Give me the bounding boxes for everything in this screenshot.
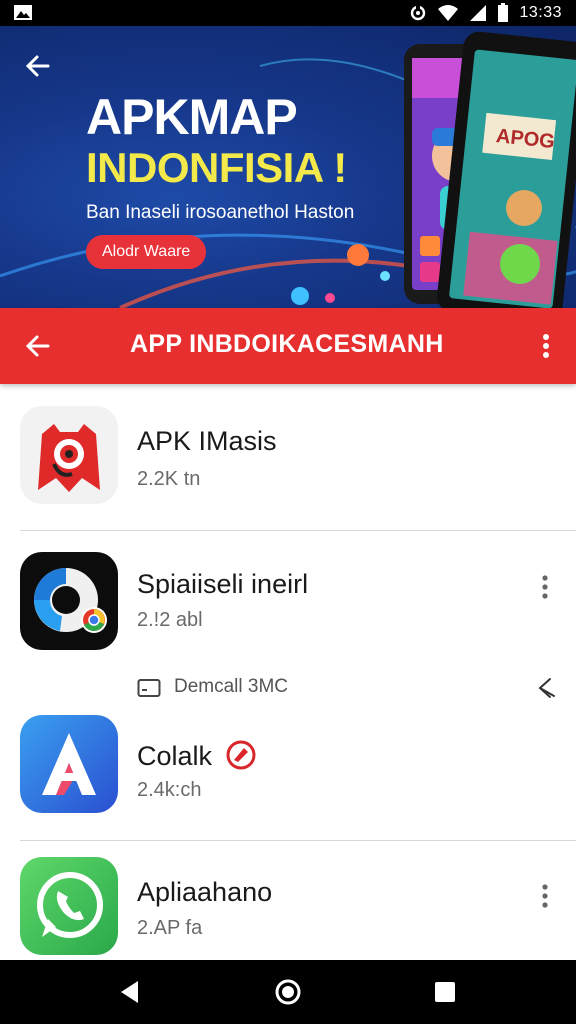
battery-icon (498, 3, 509, 22)
warning-badge-icon (226, 740, 256, 770)
status-icons: 13:33 (409, 3, 562, 23)
more-vert-icon[interactable] (538, 573, 552, 601)
more-vert-icon[interactable] (538, 882, 552, 910)
sync-icon (411, 5, 426, 21)
wifi-icon (438, 5, 459, 21)
red-mask-icon (20, 406, 118, 504)
chat-phone-icon (20, 857, 118, 955)
toolbar-title: APP INBDOIKACESMANH (130, 330, 444, 358)
list-item[interactable]: Colalk 2.4k:ch (0, 706, 576, 838)
list-item[interactable]: APK IMasis 2.2K tn (0, 384, 576, 530)
clock: 13:33 (519, 4, 562, 21)
app-size: 2.AP fa (137, 917, 203, 939)
back-triangle-icon[interactable] (116, 977, 146, 1007)
recents-square-icon[interactable] (430, 977, 460, 1007)
app-size: 2.!2 abl (137, 609, 203, 631)
donut-chrome-icon (20, 552, 118, 650)
back-arrow-icon[interactable] (24, 52, 52, 80)
app-name: Apliaahano (137, 877, 273, 907)
screen-icon (137, 679, 161, 697)
back-arrow-icon[interactable] (24, 332, 52, 360)
letter-a-icon (20, 715, 118, 813)
gallery-icon (14, 5, 32, 20)
banner-title-line1: APKMAP (86, 89, 298, 145)
app-name: Colalk (137, 740, 256, 772)
signal-icon (470, 5, 487, 21)
collapse-icon[interactable] (534, 676, 558, 700)
home-circle-icon[interactable] (273, 977, 303, 1007)
more-vert-icon[interactable] (540, 332, 552, 360)
sub-row[interactable]: Demcall 3MC (0, 672, 576, 704)
promo-banner[interactable]: APOG APKMAP INDONFISIA ! Ban Inaseli iro… (0, 26, 576, 308)
banner-cta-button[interactable]: Alodr Waare (86, 235, 207, 269)
list-item[interactable]: Apliaahano 2.AP fa (0, 841, 576, 960)
app-name: Spiaiiseli ineirl (137, 569, 309, 599)
sub-row-label: Demcall 3MC (174, 676, 289, 697)
app-size: 2.4k:ch (137, 779, 202, 801)
system-nav-bar (0, 960, 576, 1024)
app-size: 2.2K tn (137, 468, 201, 490)
list-item[interactable]: Spiaiiseli ineirl 2.!2 abl (0, 531, 576, 671)
banner-tagline: Ban Inaseli irosoanethol Haston (86, 202, 355, 223)
status-bar: 13:33 (0, 0, 576, 26)
app-name: APK IMasis (137, 426, 277, 456)
banner-title-line2: INDONFISIA ! (86, 144, 347, 191)
app-toolbar: APP INBDOIKACESMANH (0, 308, 576, 384)
